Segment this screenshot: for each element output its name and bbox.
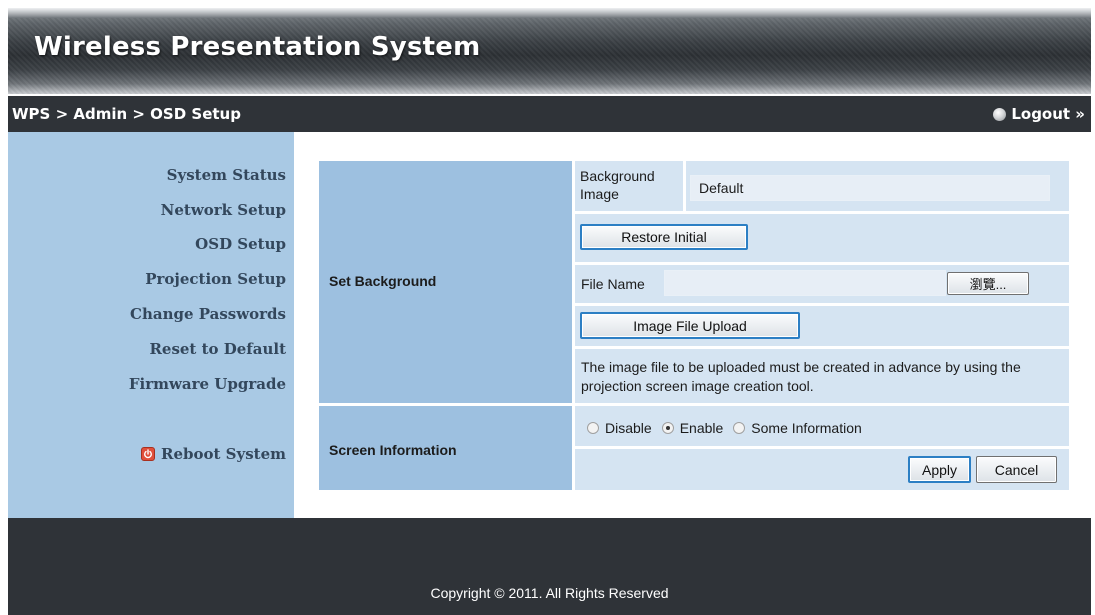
screen-information-label-cell: Screen Information [319,406,572,490]
radio-enable-label: Enable [679,420,724,436]
nav-bar: WPS > Admin > OSD Setup Logout » [8,96,1091,132]
sidebar-item-osd-setup[interactable]: OSD Setup [195,235,286,253]
set-background-label-cell: Set Background [319,161,572,403]
radio-some-information-label: Some Information [751,420,862,436]
file-name-label: File Name [581,276,645,292]
app-title: Wireless Presentation System [34,32,481,62]
sidebar-item-reset-to-default[interactable]: Reset to Default [149,340,286,358]
upload-note-row: The image file to be uploaded must be cr… [575,349,1069,403]
sidebar-item-change-passwords[interactable]: Change Passwords [130,305,286,323]
radio-some-information[interactable] [733,422,746,434]
cancel-button[interactable]: Cancel [976,456,1057,483]
sidebar-item-network-setup[interactable]: Network Setup [161,201,286,219]
browse-button[interactable]: 瀏覽... [947,272,1029,295]
radio-disable-label: Disable [605,420,652,436]
image-file-upload-button[interactable]: Image File Upload [580,312,800,339]
breadcrumb: WPS > Admin > OSD Setup [12,105,241,123]
footer: Copyright © 2011. All Rights Reserved [8,518,1091,615]
logout-link[interactable]: Logout » [993,105,1085,123]
bg-image-label-cell: Background Image [575,161,683,211]
header-banner: Wireless Presentation System [8,8,1091,94]
power-icon [141,447,155,461]
banner-shine [8,8,1091,18]
apply-button[interactable]: Apply [908,456,971,483]
set-background-label: Set Background [329,273,437,289]
copyright-text: Copyright © 2011. All Rights Reserved [430,585,669,601]
upload-note: The image file to be uploaded must be cr… [581,359,1021,394]
bullet-circle-icon [993,107,1007,121]
sidebar-item-system-status[interactable]: System Status [167,166,286,184]
reboot-system-link[interactable]: Reboot System [141,445,286,463]
screen-information-label: Screen Information [329,442,457,458]
bg-image-label: Background Image [580,168,655,202]
sidebar-item-firmware-upgrade[interactable]: Firmware Upgrade [129,375,286,393]
reboot-label: Reboot System [161,445,286,463]
screen-info-options-row: Disable Enable Some Information [575,406,1069,446]
file-name-input[interactable] [664,270,946,296]
restore-initial-button[interactable]: Restore Initial [580,224,748,250]
logout-label: Logout » [1011,105,1085,123]
radio-enable[interactable] [661,422,674,434]
screen-info-radio-group: Disable Enable Some Information [587,420,862,436]
radio-disable[interactable] [587,422,599,434]
sidebar: System Status Network Setup OSD Setup Pr… [8,132,294,518]
sidebar-item-projection-setup[interactable]: Projection Setup [145,270,286,288]
bg-image-value: Default [690,175,1050,201]
